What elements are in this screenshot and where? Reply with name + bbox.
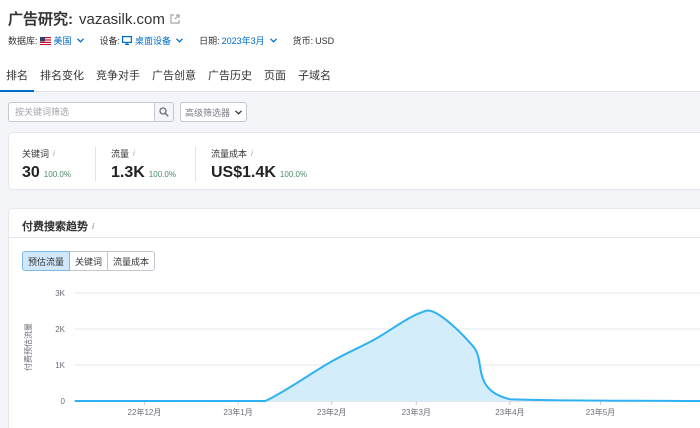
chevron-down-icon bbox=[269, 38, 277, 43]
divider bbox=[95, 147, 96, 181]
stat-percent: 100.0% bbox=[279, 170, 308, 179]
trend-chart[interactable]: 0 1K 2K 3K 付费预估流量 22年12月 23年1月 23年2月 23年3月 23年4月 2… bbox=[9, 209, 700, 428]
stat-label[interactable]: 关键词 bbox=[22, 147, 49, 160]
page-title-prefix: 广告研究: bbox=[8, 11, 73, 28]
database-selector[interactable]: 数据库: 美国 bbox=[8, 34, 84, 47]
data-point bbox=[74, 400, 76, 402]
y-tick-label: 0 bbox=[61, 397, 66, 406]
keyword-search-input[interactable] bbox=[8, 102, 154, 122]
x-tick-label: 23年2月 bbox=[317, 407, 346, 417]
stat-percent: 100.0% bbox=[148, 170, 176, 179]
advanced-filters-label: 高级筛选器 bbox=[185, 107, 231, 118]
database-value: 美国 bbox=[53, 36, 72, 46]
stat-value[interactable]: 30 bbox=[22, 164, 40, 182]
domain-link[interactable]: vazasilk.com bbox=[79, 11, 165, 28]
x-tick-label: 23年5月 bbox=[586, 407, 615, 417]
data-point bbox=[473, 346, 475, 348]
page-title: 广告研究: vazasilk.com bbox=[8, 8, 180, 29]
x-tick-label: 23年4月 bbox=[495, 407, 524, 417]
info-icon[interactable]: i bbox=[251, 149, 253, 158]
chevron-down-icon bbox=[235, 109, 242, 115]
data-point bbox=[237, 400, 239, 402]
date-value: 2023年3月 bbox=[221, 36, 265, 46]
stat-keywords: 关键词 i 30 100.0% bbox=[22, 147, 71, 182]
device-label: 设备: bbox=[99, 36, 121, 46]
tab-bar: 排名 排名变化 竞争对手 广告创意 广告历史 页面 子域名 bbox=[0, 68, 337, 92]
tab-ranking-changes[interactable]: 排名变化 bbox=[34, 68, 90, 92]
device-selector[interactable]: 设备: 桌面设备 bbox=[100, 34, 184, 47]
y-tick-label: 3K bbox=[55, 289, 65, 298]
tab-pages[interactable]: 页面 bbox=[258, 68, 292, 92]
data-point bbox=[415, 314, 417, 316]
chevron-down-icon bbox=[76, 38, 84, 43]
tab-competitors[interactable]: 竞争对手 bbox=[90, 68, 146, 92]
date-label: 日期: bbox=[199, 36, 220, 46]
info-icon[interactable]: i bbox=[133, 149, 135, 158]
tab-ad-copies[interactable]: 广告创意 bbox=[146, 68, 202, 92]
x-tick-label: 22年12月 bbox=[128, 407, 162, 417]
toggle-estimated-traffic[interactable]: 预估流量 bbox=[22, 251, 71, 271]
data-point bbox=[436, 313, 438, 315]
area-fill bbox=[75, 310, 700, 402]
stat-label[interactable]: 流量 bbox=[111, 147, 129, 160]
date-selector[interactable]: 日期: 2023年3月 bbox=[199, 34, 277, 47]
data-point bbox=[373, 339, 375, 341]
device-value: 桌面设备 bbox=[135, 36, 172, 46]
filter-bar: 高级筛选器 bbox=[8, 102, 248, 122]
summary-card: 关键词 i 30 100.0% 流量 i 1.3K 100.0% 流量成本 i … bbox=[8, 132, 700, 190]
data-point bbox=[509, 398, 511, 400]
us-flag-icon bbox=[39, 36, 51, 45]
database-label: 数据库: bbox=[8, 36, 38, 46]
currency-value: USD bbox=[315, 35, 335, 46]
paid-search-trend-card: 付费搜索趋势 i 预估流量 关键词 流量成本 0 1K 2K 3K 付费预估流量 22年1… bbox=[8, 208, 700, 428]
stat-percent: 100.0% bbox=[43, 170, 71, 179]
x-tick-label: 23年3月 bbox=[402, 407, 431, 417]
y-tick-label: 2K bbox=[55, 325, 65, 334]
desktop-icon bbox=[122, 36, 133, 45]
currency-label: 货币: bbox=[292, 36, 314, 46]
data-point bbox=[331, 360, 333, 362]
advanced-filters-button[interactable]: 高级筛选器 bbox=[180, 102, 248, 122]
filter-meta-row: 数据库: 美国 设备: 桌面设备 日期: 2023年3月 货币: USD bbox=[8, 34, 350, 47]
y-tick-label: 1K bbox=[55, 361, 65, 370]
search-button[interactable] bbox=[154, 102, 174, 122]
divider bbox=[195, 147, 196, 181]
tab-ad-history[interactable]: 广告历史 bbox=[202, 68, 258, 92]
stat-value[interactable]: US$1.4K bbox=[211, 164, 276, 182]
header-panel: 广告研究: vazasilk.com 数据库: 美国 设备: 桌面设备 日期: … bbox=[0, 0, 700, 92]
y-axis-label: 付费预估流量 bbox=[23, 323, 33, 371]
tab-subdomains[interactable]: 子域名 bbox=[292, 68, 337, 92]
stat-label[interactable]: 流量成本 bbox=[211, 147, 247, 160]
external-link-icon[interactable] bbox=[170, 14, 180, 24]
stat-traffic-cost: 流量成本 i US$1.4K 100.0% bbox=[211, 147, 307, 182]
stat-value[interactable]: 1.3K bbox=[111, 164, 145, 182]
x-tick-label: 23年1月 bbox=[223, 407, 252, 417]
chevron-down-icon bbox=[176, 38, 184, 43]
info-icon[interactable]: i bbox=[53, 149, 55, 158]
data-point bbox=[264, 400, 266, 402]
stat-traffic: 流量 i 1.3K 100.0% bbox=[111, 147, 176, 182]
currency-display: 货币: USD bbox=[293, 34, 335, 47]
search-icon bbox=[159, 107, 169, 117]
tab-rankings[interactable]: 排名 bbox=[0, 68, 34, 92]
